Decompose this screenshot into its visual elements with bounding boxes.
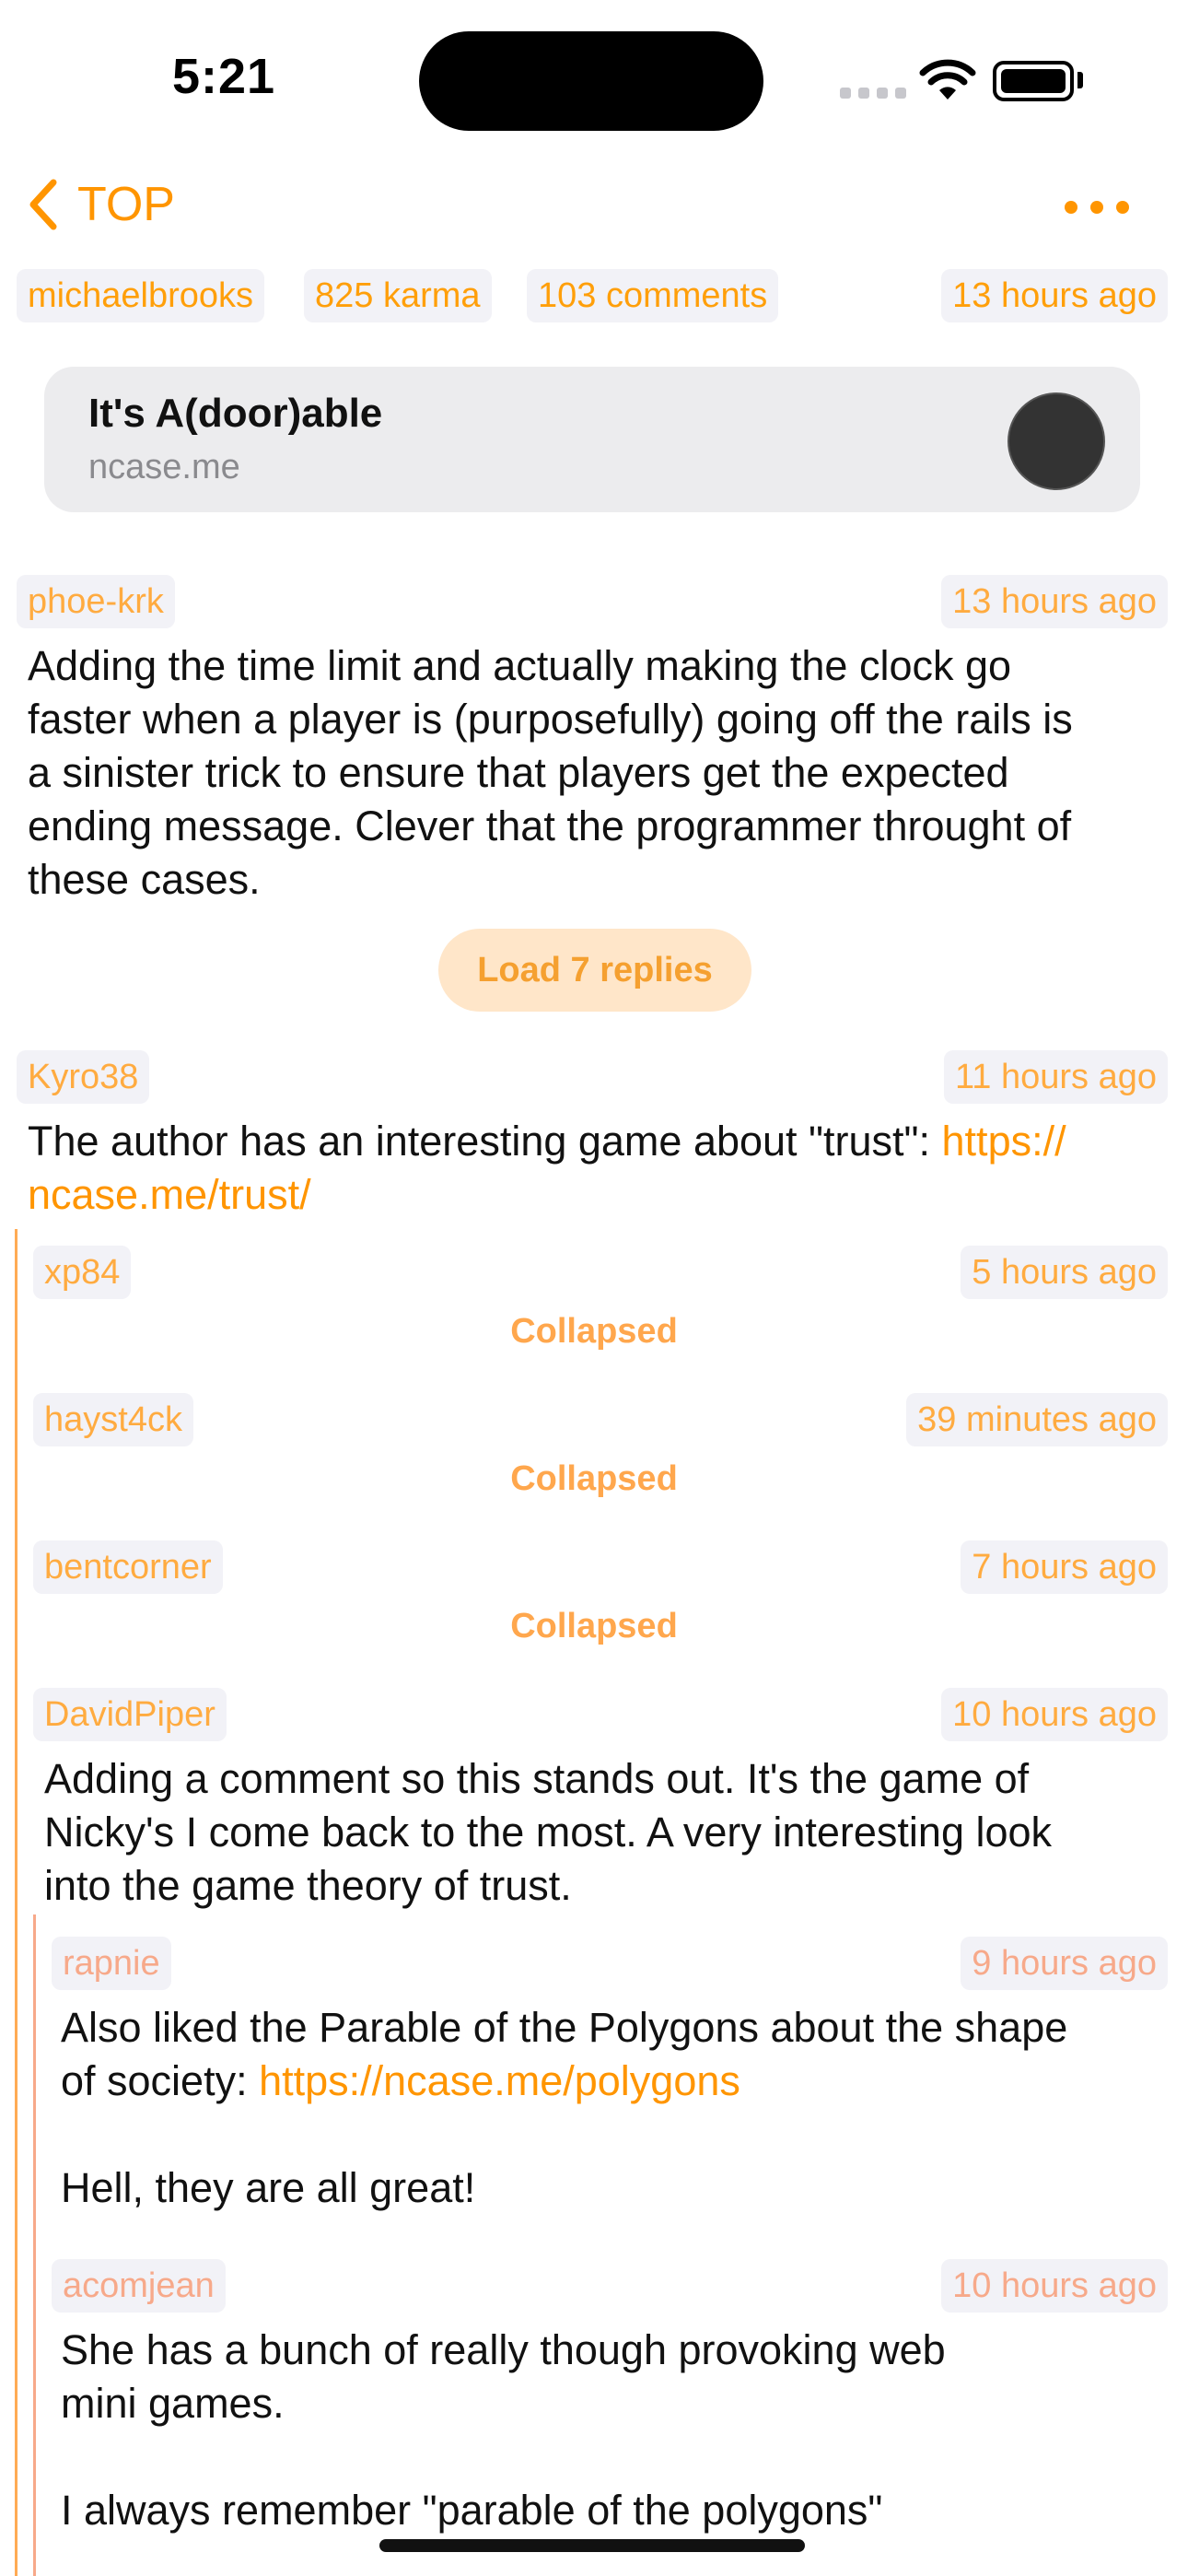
more-options-icon[interactable] — [1065, 201, 1129, 214]
comment-body[interactable]: Adding a comment so this stands out. It'… — [44, 1752, 1052, 1913]
comment-time: 10 hours ago — [941, 1688, 1168, 1741]
comment-author[interactable]: rapnie — [52, 1937, 171, 1990]
collapsed-label[interactable]: Collapsed — [0, 1607, 1188, 1646]
post-time: 13 hours ago — [941, 269, 1168, 322]
link-thumbnail — [1007, 392, 1105, 490]
chevron-left-icon — [29, 179, 57, 230]
cellular-signal-icon — [840, 87, 914, 103]
comment-author[interactable]: bentcorner — [33, 1540, 223, 1594]
collapsed-label[interactable]: Collapsed — [0, 1312, 1188, 1352]
comment-time: 11 hours ago — [943, 1050, 1168, 1104]
dynamic-island — [419, 31, 763, 131]
post-karma: 825 karma — [304, 269, 492, 322]
battery-icon — [993, 61, 1074, 101]
wifi-icon — [919, 59, 976, 106]
comment-body[interactable]: The author has an interesting game about… — [28, 1115, 1179, 1222]
comment-link[interactable]: ncase.me/trust/ — [28, 1168, 1179, 1222]
load-replies-button[interactable]: Load 7 replies — [438, 929, 751, 1012]
thread-indent-line — [15, 1229, 17, 2576]
comment-time: 5 hours ago — [961, 1246, 1168, 1299]
comment-time: 39 minutes ago — [906, 1393, 1168, 1446]
comment-time: 7 hours ago — [961, 1540, 1168, 1594]
comment-author[interactable]: hayst4ck — [33, 1393, 193, 1446]
comment-time: 13 hours ago — [941, 575, 1168, 628]
back-button[interactable]: TOP — [26, 177, 175, 232]
comment-time: 10 hours ago — [941, 2259, 1168, 2313]
thread-indent-line — [33, 1914, 36, 2576]
home-indicator[interactable] — [379, 2539, 805, 2552]
comment-link[interactable]: https:// — [942, 1118, 1066, 1165]
link-title: It's A(door)able — [88, 391, 383, 436]
status-time: 5:21 — [172, 49, 276, 104]
post-comment-count: 103 comments — [527, 269, 779, 322]
comment-time: 9 hours ago — [961, 1937, 1168, 1990]
comment-author[interactable]: Kyro38 — [17, 1050, 150, 1104]
comment-author[interactable]: xp84 — [33, 1246, 132, 1299]
post-author[interactable]: michaelbrooks — [17, 269, 264, 322]
collapsed-label[interactable]: Collapsed — [0, 1459, 1188, 1499]
battery-cap — [1077, 72, 1083, 88]
comment-author[interactable]: acomjean — [52, 2259, 226, 2313]
comment-body[interactable]: Also liked the Parable of the Polygons a… — [61, 2001, 1067, 2215]
link-domain: ncase.me — [88, 448, 240, 486]
comment-link[interactable]: https://ncase.me/polygons — [259, 2057, 740, 2104]
comment-body[interactable]: Adding the time limit and actually makin… — [28, 639, 1073, 907]
comment-author[interactable]: phoe-krk — [17, 575, 175, 628]
back-label: TOP — [77, 178, 175, 231]
comment-author[interactable]: DavidPiper — [33, 1688, 227, 1741]
comment-body[interactable]: She has a bunch of really though provoki… — [61, 2324, 946, 2537]
link-card[interactable]: It's A(door)able ncase.me — [44, 367, 1140, 512]
